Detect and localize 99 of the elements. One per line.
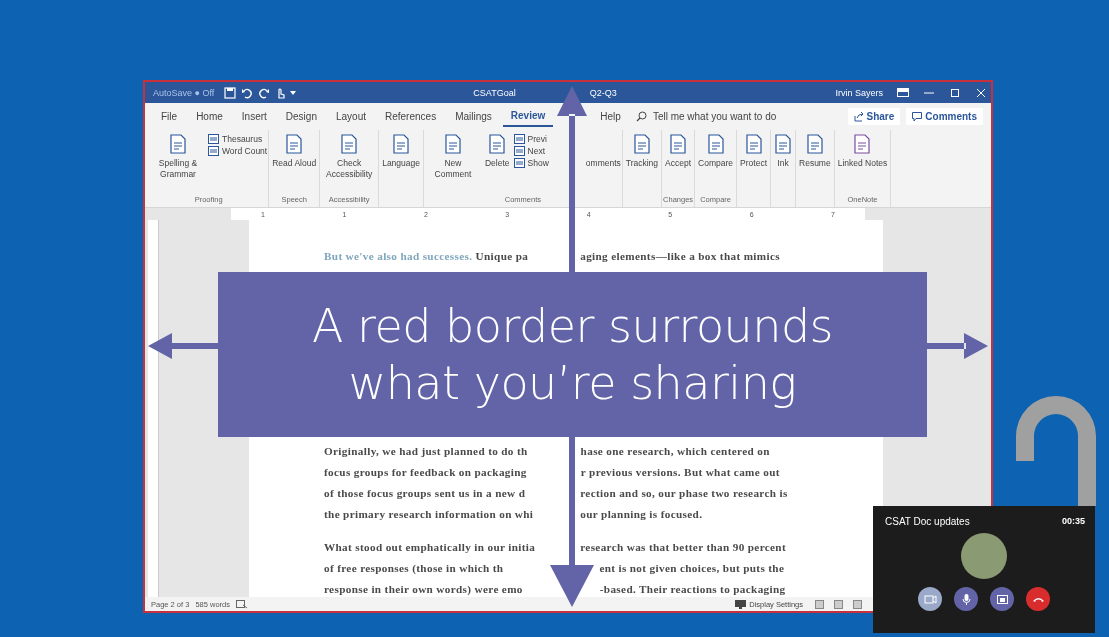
comments-button[interactable]: Comments	[906, 108, 983, 125]
document-text: Originally, we had just planned to do th	[324, 444, 528, 459]
document-text: our planning is focused.	[580, 507, 703, 522]
proofing-icon	[236, 599, 248, 609]
call-title: CSAT Doc updates	[885, 516, 970, 527]
document-text: -based. Their reactions to packaging	[599, 582, 786, 597]
ribbon-tab[interactable]: Layout	[327, 107, 374, 126]
undo-icon	[241, 86, 254, 99]
document-text: But we've also had successes. Unique pa	[324, 249, 529, 264]
document-icon	[340, 134, 359, 154]
document-text: rection and so, our phase two research is	[580, 486, 788, 501]
user-name: Irvin Sayers	[835, 87, 883, 98]
hand-icon	[275, 86, 286, 99]
redo-button[interactable]	[258, 86, 271, 99]
ribbon-button[interactable]: Word Count	[208, 146, 268, 156]
document-icon	[488, 134, 507, 154]
ribbon-tab[interactable]: Design	[277, 107, 325, 126]
page-icon	[208, 146, 219, 156]
document-icon	[853, 134, 872, 154]
layout-icon	[897, 86, 909, 99]
print-layout-button[interactable]	[834, 599, 843, 609]
document-icon	[805, 134, 824, 154]
call-timer: 00:35	[1061, 516, 1085, 527]
ribbon-button[interactable]: New Comment	[424, 132, 482, 182]
avatar	[961, 533, 1007, 579]
mic-button[interactable]	[954, 587, 978, 611]
ribbon-button[interactable]: Spelling & Grammar	[149, 132, 207, 182]
document-icon	[444, 134, 462, 154]
close-icon	[975, 86, 987, 99]
page-icon	[208, 134, 219, 144]
ribbon-tab[interactable]: Help	[592, 107, 629, 126]
document-icon	[392, 134, 411, 154]
ribbon-button[interactable]: Delete	[482, 132, 513, 171]
ribbon-button[interactable]: Check Accessibility	[320, 132, 379, 182]
document-text: research was that better than 90 percent	[580, 540, 787, 555]
page-icon	[513, 134, 525, 144]
ribbon-tab[interactable]: Insert	[233, 107, 275, 126]
ribbon-button[interactable]: Linked Notes	[834, 132, 891, 171]
microphone-icon	[959, 592, 973, 606]
document-title: CSATGoal	[473, 87, 516, 98]
document-text: focus groups for feedback on packaging	[324, 465, 527, 480]
web-layout-button[interactable]	[853, 599, 862, 609]
share-button[interactable]	[990, 587, 1014, 611]
document-text: of those focus groups sent us in a new d	[324, 486, 526, 501]
ribbon-button[interactable]: Accept	[662, 132, 695, 171]
comment-icon	[912, 111, 923, 122]
ribbon-button[interactable]: Read Aloud	[269, 132, 320, 171]
share-screen-icon	[995, 592, 1009, 606]
document-icon	[169, 134, 187, 154]
ribbon-tab[interactable]: Mailings	[447, 107, 500, 126]
document-icon	[632, 134, 651, 154]
document-text: response in their own words) were emo	[324, 582, 523, 597]
search-icon	[635, 111, 647, 122]
document-icon	[744, 134, 763, 154]
redo-icon	[258, 86, 271, 99]
page-icon	[513, 146, 525, 156]
page-icon	[513, 158, 525, 168]
share-icon	[853, 111, 864, 122]
document-text: aging elements—like a box that mimics	[580, 249, 780, 264]
ribbon-tab[interactable]: References	[377, 107, 445, 126]
camera-icon	[923, 592, 937, 606]
ribbon-button[interactable]: Ink	[771, 132, 795, 171]
caret-icon	[290, 90, 297, 95]
document-icon	[706, 134, 725, 154]
monitor-icon	[735, 599, 747, 609]
document-text: What stood out emphatically in our initia	[324, 540, 536, 555]
maximize-icon	[949, 86, 961, 99]
hangup-button[interactable]	[1026, 587, 1050, 611]
read-mode-button[interactable]	[815, 599, 824, 609]
document-text: r previous versions. But what came out	[580, 465, 780, 480]
document-text: ent is not given choices, but puts the	[599, 561, 785, 576]
ribbon-button[interactable]: Compare	[695, 132, 737, 171]
ribbon-display-button[interactable]	[897, 86, 909, 99]
ribbon-tab[interactable]: Review	[502, 106, 554, 127]
document-title: Q2-Q3	[589, 87, 617, 98]
ribbon-button[interactable]: Thesaurus	[208, 134, 268, 144]
search-field[interactable]: Tell me what you want to do	[635, 110, 805, 123]
ribbon-button[interactable]: Language	[379, 132, 423, 171]
ribbon-tab[interactable]: Home	[188, 107, 231, 126]
save-button[interactable]	[224, 86, 237, 99]
caption-text: A red border surrounds what you’re sharing	[311, 297, 834, 412]
save-icon	[224, 86, 237, 99]
share-button[interactable]: Share	[847, 108, 901, 125]
document-icon	[774, 134, 792, 154]
close-button[interactable]	[975, 86, 987, 99]
document-text: the primary research information on whi	[324, 507, 534, 522]
document-icon	[669, 134, 688, 154]
touch-mode-button[interactable]	[275, 86, 286, 99]
ribbon-button[interactable]: Tracking	[622, 132, 662, 171]
autosave-toggle[interactable]: AutoSave ● Off	[153, 87, 215, 98]
customize-button[interactable]	[290, 90, 297, 95]
undo-button[interactable]	[241, 86, 254, 99]
ribbon-tab[interactable]: File	[153, 107, 186, 126]
document-text: of free responses (those in which th	[324, 561, 504, 576]
document-icon	[285, 134, 304, 154]
maximize-button[interactable]	[949, 86, 961, 99]
ribbon-button[interactable]: Resume	[796, 132, 834, 171]
ribbon-button[interactable]: Protect	[737, 132, 770, 171]
document-text: hase one research, which centered on	[580, 444, 770, 459]
